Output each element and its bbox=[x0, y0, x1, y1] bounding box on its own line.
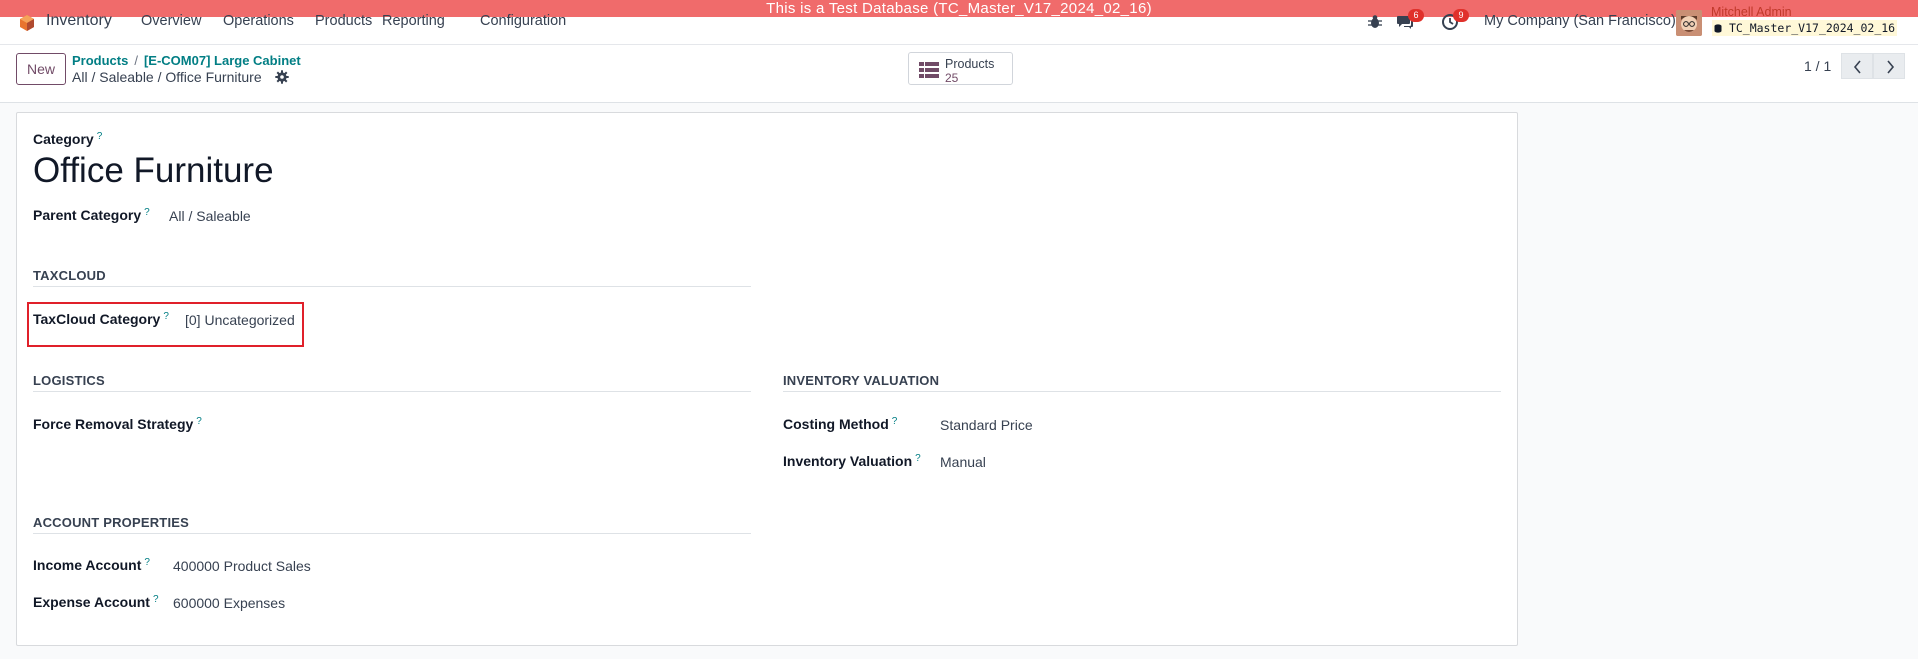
category-label: Category? bbox=[33, 131, 102, 147]
help-icon[interactable]: ? bbox=[144, 557, 150, 568]
form-sheet: Category? Office Furniture Parent Catego… bbox=[16, 112, 1518, 646]
control-panel: New Products / [E-COM07] Large Cabinet All… bbox=[0, 45, 1918, 103]
account-properties-section-title: ACCOUNT PROPERTIES bbox=[33, 515, 190, 530]
smart-button-label: Products bbox=[945, 57, 995, 71]
inventory-valuation-field[interactable]: Manual bbox=[940, 454, 986, 470]
menu-products[interactable]: Products bbox=[315, 13, 372, 29]
smart-button-count: 25 bbox=[945, 71, 959, 85]
taxcloud-category-label-text: TaxCloud Category bbox=[33, 311, 161, 327]
menu-overview[interactable]: Overview bbox=[141, 13, 201, 29]
parent-category-label-text: Parent Category bbox=[33, 207, 142, 223]
costing-method-label: Costing Method? bbox=[783, 416, 897, 432]
breadcrumb-separator: / bbox=[134, 53, 138, 68]
breadcrumb-current: All / Saleable / Office Furniture bbox=[72, 69, 262, 85]
removal-strategy-label-text: Force Removal Strategy bbox=[33, 416, 194, 432]
section-divider bbox=[783, 391, 1501, 392]
gear-icon[interactable] bbox=[275, 70, 289, 84]
database-icon bbox=[1714, 24, 1722, 33]
removal-strategy-label: Force Removal Strategy? bbox=[33, 416, 202, 432]
taxcloud-category-field[interactable]: [0] Uncategorized bbox=[185, 312, 295, 328]
breadcrumb-product-record[interactable]: [E-COM07] Large Cabinet bbox=[144, 53, 301, 68]
help-icon[interactable]: ? bbox=[97, 131, 103, 142]
breadcrumb: Products / [E-COM07] Large Cabinet bbox=[72, 53, 301, 68]
list-icon bbox=[919, 62, 939, 78]
section-divider bbox=[33, 391, 751, 392]
products-smart-button[interactable]: Products 25 bbox=[908, 52, 1013, 85]
help-icon[interactable]: ? bbox=[892, 416, 898, 427]
inventory-valuation-section-title: INVENTORY VALUATION bbox=[783, 373, 940, 388]
section-divider bbox=[33, 533, 751, 534]
menu-configuration[interactable]: Configuration bbox=[480, 13, 566, 29]
bug-icon[interactable] bbox=[1366, 13, 1384, 31]
category-label-text: Category bbox=[33, 131, 94, 147]
app-logo-icon[interactable] bbox=[18, 14, 36, 32]
category-name-field[interactable]: Office Furniture bbox=[33, 151, 274, 191]
expense-account-label: Expense Account? bbox=[33, 594, 159, 610]
help-icon[interactable]: ? bbox=[153, 594, 159, 605]
top-navbar: This is a Test Database (TC_Master_V17_2… bbox=[0, 0, 1918, 45]
activities-badge: 9 bbox=[1453, 9, 1469, 22]
expense-account-label-text: Expense Account bbox=[33, 594, 150, 610]
pager-value[interactable]: 1 / 1 bbox=[1804, 58, 1831, 74]
user-name[interactable]: Mitchell Admin bbox=[1711, 5, 1792, 19]
logistics-section-title: LOGISTICS bbox=[33, 373, 105, 388]
pager-next-button[interactable] bbox=[1873, 53, 1905, 79]
database-name: TC_Master_V17_2024_02_16 bbox=[1712, 20, 1898, 36]
costing-method-label-text: Costing Method bbox=[783, 416, 889, 432]
income-account-label: Income Account? bbox=[33, 557, 150, 573]
taxcloud-category-label: TaxCloud Category? bbox=[33, 311, 169, 327]
help-icon[interactable]: ? bbox=[915, 453, 921, 464]
menu-operations[interactable]: Operations bbox=[223, 13, 294, 29]
help-icon[interactable]: ? bbox=[144, 207, 150, 218]
help-icon[interactable]: ? bbox=[196, 416, 202, 427]
breadcrumb-products[interactable]: Products bbox=[72, 53, 128, 68]
database-name-text: TC_Master_V17_2024_02_16 bbox=[1728, 21, 1896, 35]
chevron-right-icon bbox=[1887, 60, 1895, 74]
chevron-left-icon bbox=[1853, 60, 1861, 74]
expense-account-field[interactable]: 600000 Expenses bbox=[173, 595, 285, 611]
help-icon[interactable]: ? bbox=[163, 311, 169, 322]
inventory-valuation-label: Inventory Valuation? bbox=[783, 453, 921, 469]
income-account-field[interactable]: 400000 Product Sales bbox=[173, 558, 311, 574]
new-button[interactable]: New bbox=[16, 53, 66, 85]
messages-badge: 6 bbox=[1408, 9, 1424, 22]
company-switcher[interactable]: My Company (San Francisco) bbox=[1484, 13, 1676, 29]
parent-category-label: Parent Category? bbox=[33, 207, 150, 223]
app-name[interactable]: Inventory bbox=[46, 12, 112, 30]
costing-method-field[interactable]: Standard Price bbox=[940, 417, 1033, 433]
menu-reporting[interactable]: Reporting bbox=[382, 13, 445, 29]
parent-category-field[interactable]: All / Saleable bbox=[169, 208, 251, 224]
income-account-label-text: Income Account bbox=[33, 557, 142, 573]
taxcloud-section-title: TAXCLOUD bbox=[33, 268, 106, 283]
pager-previous-button[interactable] bbox=[1841, 53, 1873, 79]
user-avatar[interactable] bbox=[1676, 10, 1702, 36]
section-divider bbox=[33, 286, 751, 287]
inventory-valuation-label-text: Inventory Valuation bbox=[783, 453, 913, 469]
removal-strategy-field[interactable] bbox=[217, 417, 717, 435]
